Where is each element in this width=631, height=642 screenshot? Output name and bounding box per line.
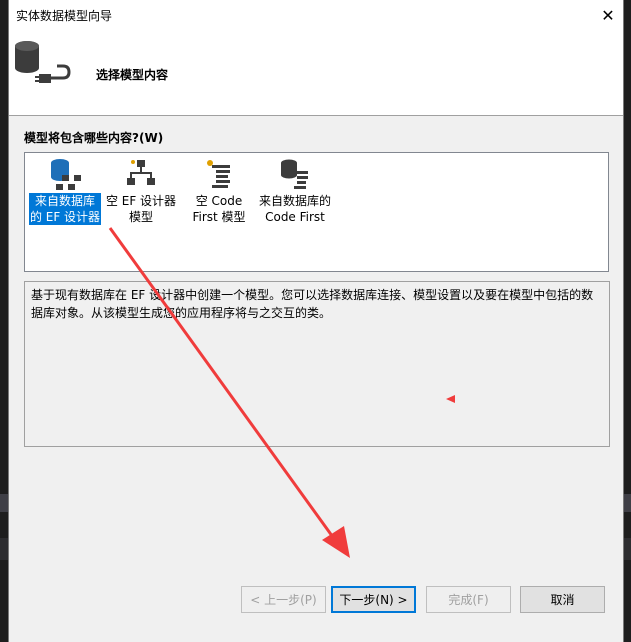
database-code-first-icon xyxy=(281,159,308,189)
finish-button[interactable]: 完成(F) xyxy=(426,586,511,613)
database-plug-icon xyxy=(15,41,71,83)
wizard-header: 选择模型内容 xyxy=(9,30,623,116)
option-empty-ef-designer[interactable]: 空 EF 设计器 模型 xyxy=(103,157,179,237)
empty-designer-icon xyxy=(127,160,155,185)
page-title: 选择模型内容 xyxy=(96,68,169,82)
window-title: 实体数据模型向导 xyxy=(16,9,113,23)
option-code-first-from-database[interactable]: 来自数据库的 Code First xyxy=(257,157,333,237)
option-label: 空 Code First 模型 xyxy=(192,194,246,224)
database-model-icon xyxy=(51,159,81,190)
option-label: 空 EF 设计器 模型 xyxy=(105,194,177,224)
close-button[interactable]: ✕ xyxy=(593,0,623,30)
option-description: 基于现有数据库在 EF 设计器中创建一个模型。您可以选择数据库连接、模型设置以及… xyxy=(24,281,610,447)
option-ef-designer-from-database[interactable]: 来自数据库的 EF 设计器 xyxy=(27,157,103,237)
option-label: 来自数据库的 Code First xyxy=(258,194,331,224)
cancel-button[interactable]: 取消 xyxy=(520,586,605,613)
back-button[interactable]: < 上一步(P) xyxy=(241,586,326,613)
next-button[interactable]: 下一步(N) > xyxy=(331,586,416,613)
model-contents-label: 模型将包含哪些内容?(W) xyxy=(24,131,164,145)
option-empty-code-first[interactable]: 空 Code First 模型 xyxy=(181,157,257,237)
model-contents-list[interactable]: 来自数据库的 EF 设计器 空 EF 设计器 模型 空 Code First 模… xyxy=(24,152,609,272)
entity-data-model-wizard: 实体数据模型向导 ✕ 选择模型内容 模型将包含哪些内容?(W) 来自数据库 的 … xyxy=(8,0,624,642)
empty-code-first-icon xyxy=(207,160,230,188)
option-label: 来自数据库的 EF 设计器 xyxy=(28,193,102,225)
title-bar: 实体数据模型向导 ✕ xyxy=(9,0,623,30)
mnemonic-w: (W) xyxy=(138,131,164,145)
